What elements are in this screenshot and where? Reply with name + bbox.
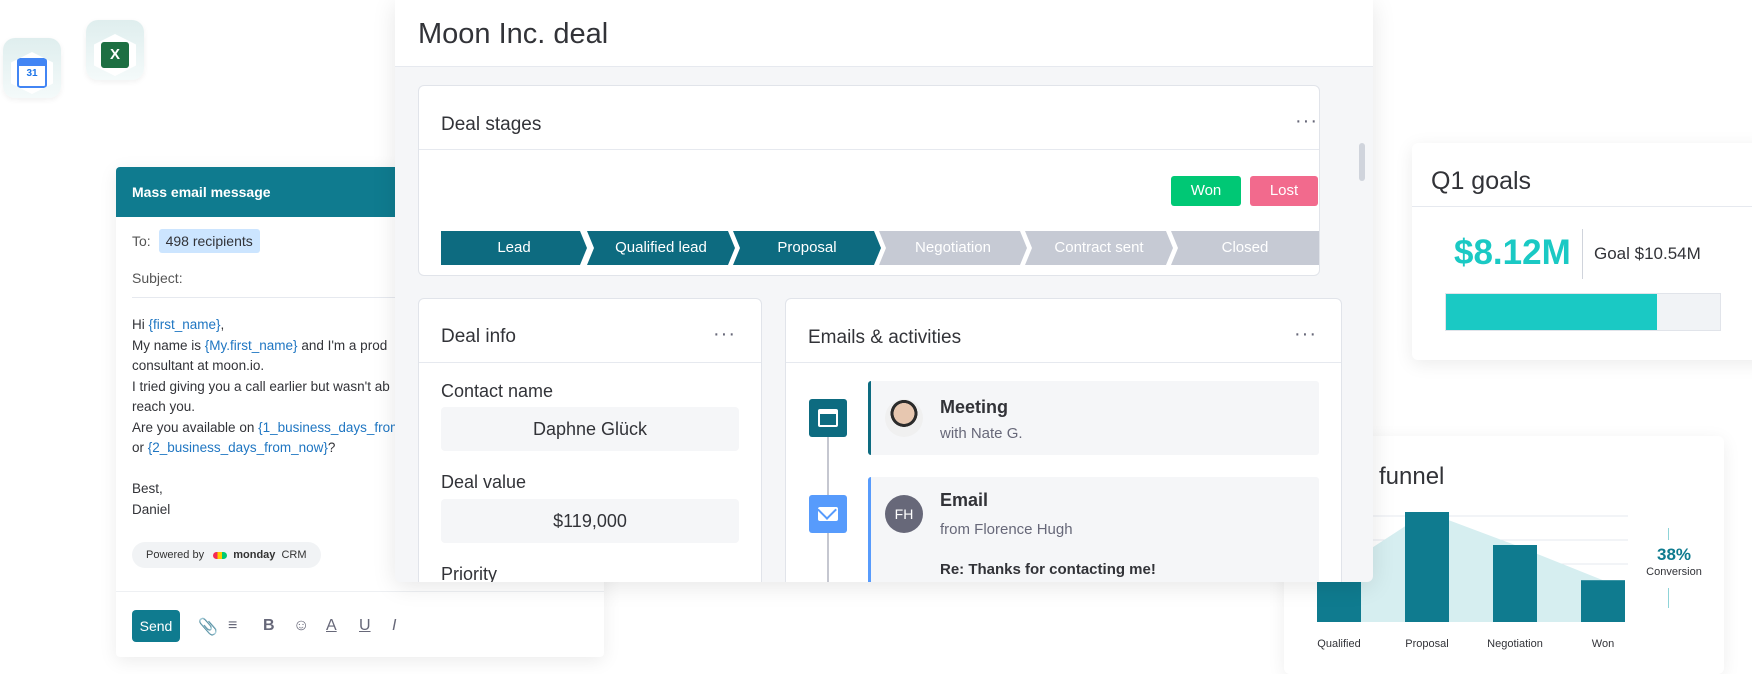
conversion-arrow-down-icon [1668, 588, 1669, 608]
calendar-icon [809, 399, 847, 437]
conversion-label: Conversion [1646, 566, 1702, 578]
more-options-icon[interactable]: ··· [1294, 323, 1317, 346]
goals-progress-track [1445, 293, 1721, 331]
goals-title: Q1 goals [1431, 167, 1532, 195]
stage-lead[interactable]: Lead [441, 231, 587, 265]
monday-logo-icon [213, 551, 228, 559]
conversion-indicator: 38% Conversion [1644, 528, 1702, 608]
excel-icon: X [94, 34, 136, 76]
deal-info-title: Deal info [441, 326, 516, 347]
funnel-bar-negotiation [1493, 545, 1537, 622]
funnel-label-won: Won [1592, 638, 1614, 650]
attach-icon[interactable]: 📎 [198, 617, 218, 637]
won-button[interactable]: Won [1171, 176, 1241, 206]
google-calendar-badge: 31 [3, 38, 61, 98]
stage-closed[interactable]: Closed [1171, 231, 1319, 265]
goals-progress-fill [1446, 294, 1657, 330]
emoji-icon[interactable]: ☺ [293, 617, 309, 635]
stage-proposal[interactable]: Proposal [733, 231, 881, 265]
meeting-title: Meeting [940, 397, 1009, 417]
send-button[interactable]: Send [132, 610, 180, 642]
funnel-label-negotiation: Negotiation [1487, 638, 1543, 650]
goals-amount: $8.12M [1454, 233, 1571, 272]
stage-qualified-lead[interactable]: Qualified lead [587, 231, 735, 265]
emails-activities-card: Emails & activities ··· Meeting with Nat… [785, 298, 1342, 582]
bold-icon[interactable]: B [263, 617, 275, 635]
recipients-chip[interactable]: 498 recipients [158, 229, 260, 253]
to-label: To: [132, 233, 151, 249]
deal-info-divider [419, 362, 761, 363]
goals-target: Goal $10.54M [1594, 244, 1701, 263]
nate-avatar [885, 399, 923, 437]
florence-avatar: FH [885, 495, 923, 533]
more-options-icon[interactable]: ··· [713, 323, 736, 346]
deal-info-card: Deal info ··· Contact name Daphne Glück … [418, 298, 762, 582]
underline-icon[interactable]: U [359, 617, 371, 635]
deal-stages-card: Deal stages ··· Won Lost Lead Qualified … [418, 85, 1320, 276]
deal-panel: Moon Inc. deal Deal stages ··· Won Lost … [395, 0, 1373, 582]
lost-button[interactable]: Lost [1250, 176, 1318, 206]
funnel-bar-proposal [1405, 512, 1449, 622]
priority-label: Priority [441, 564, 498, 582]
meeting-subtitle: with Nate G. [940, 425, 1023, 442]
deal-stages-divider [419, 149, 1319, 150]
goals-separator [1582, 229, 1583, 279]
more-options-icon[interactable]: ··· [1295, 110, 1318, 133]
list-icon[interactable]: ≡ [228, 617, 237, 635]
excel-badge: X [86, 20, 144, 80]
text-color-icon[interactable]: A [326, 617, 337, 635]
contact-name-label: Contact name [441, 381, 554, 401]
activities-title: Emails & activities [808, 327, 962, 348]
meeting-activity[interactable]: Meeting with Nate G. [868, 381, 1319, 455]
stage-negotiation[interactable]: Negotiation [879, 231, 1027, 265]
conversion-arrow-up-icon [1668, 528, 1669, 540]
funnel-label-qualified: Qualified [1317, 638, 1360, 650]
conversion-percent: 38% [1656, 545, 1692, 564]
email-title: Email [940, 490, 989, 510]
scrollbar-thumb[interactable] [1359, 143, 1365, 181]
toolbar-divider [116, 591, 604, 592]
deal-stages-title: Deal stages [441, 114, 542, 135]
deal-header-divider [395, 66, 1373, 67]
mail-icon [809, 495, 847, 533]
powered-by-badge: Powered by monday CRM [132, 542, 321, 568]
contact-name-field[interactable]: Daphne Glück [441, 407, 739, 451]
funnel-bar-won [1581, 580, 1625, 622]
email-subject: Re: Thanks for contacting me! [940, 561, 1156, 578]
clear-format-icon[interactable]: I [392, 617, 396, 635]
stage-contract-sent[interactable]: Contract sent [1025, 231, 1173, 265]
email-body[interactable]: Hi {first_name}, My name is {My.first_na… [132, 315, 401, 520]
email-from: from Florence Hugh [940, 521, 1073, 538]
goals-divider [1412, 206, 1752, 207]
email-activity[interactable]: FH Email from Florence Hugh Re: Thanks f… [868, 477, 1319, 582]
deal-title: Moon Inc. deal [418, 18, 609, 50]
deal-value-label: Deal value [441, 472, 527, 492]
q1-goals-card: Q1 goals $8.12M Goal $10.54M [1412, 143, 1752, 360]
deal-value-field[interactable]: $119,000 [441, 499, 739, 543]
activities-divider [786, 362, 1341, 363]
calendar-icon: 31 [11, 52, 53, 94]
subject-label: Subject: [132, 270, 183, 286]
funnel-label-proposal: Proposal [1405, 638, 1448, 650]
